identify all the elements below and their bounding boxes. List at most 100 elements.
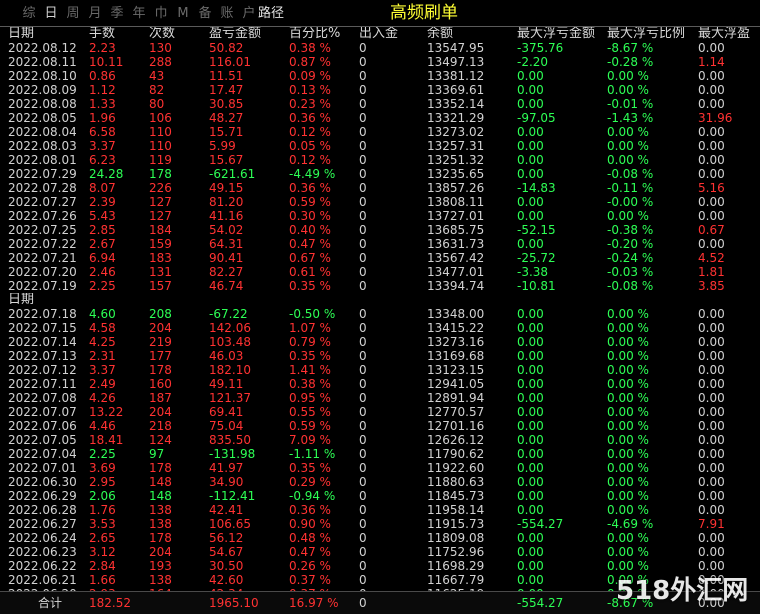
- table-row[interactable]: 2022.07.20 2.46 131 82.27 0.61 % 0 13477.01 -3.…: [0, 265, 760, 279]
- table-cell: 97: [149, 447, 165, 461]
- table-cell: -8.67 %: [607, 41, 654, 55]
- table-cell: [607, 293, 698, 307]
- table-cell: 2022.07.14: [8, 335, 76, 349]
- table-cell: 13477.01: [427, 265, 485, 279]
- table-cell: -52.15: [517, 223, 556, 237]
- table-row[interactable]: 2022.07.26 5.43 127 41.16 0.30 % 0 13727.01 0.0…: [0, 209, 760, 223]
- column-header[interactable]: 百分比%: [289, 27, 359, 41]
- table-cell: 0.00 %: [607, 335, 649, 349]
- period-tab[interactable]: 日: [40, 5, 62, 23]
- table-row[interactable]: 2022.07.27 2.39 127 81.20 0.59 % 0 13808.11 0.0…: [0, 195, 760, 209]
- table-cell: 0: [359, 83, 367, 97]
- table-row[interactable]: 2022.06.23 3.12 204 54.67 0.47 % 0 11752.96 0.0…: [0, 545, 760, 559]
- table-cell: 13381.12: [427, 69, 485, 83]
- table-cell: 2.49: [89, 377, 116, 391]
- period-tab[interactable]: 综: [18, 5, 40, 23]
- table-cell: 148: [149, 475, 172, 489]
- table-row[interactable]: 2022.08.05 1.96 106 48.27 0.36 % 0 13321.29 -97…: [0, 111, 760, 125]
- table-cell: 12770.57: [427, 405, 485, 419]
- table-cell: 2.39: [89, 195, 116, 209]
- table-cell: 226: [149, 181, 172, 195]
- table-cell: 0.00: [517, 433, 544, 447]
- column-header[interactable]: 出入金: [359, 27, 427, 41]
- period-tab[interactable]: 巾: [150, 5, 172, 23]
- table-row[interactable]: 2022.07.21 6.94 183 90.41 0.67 % 0 13567.42 -25…: [0, 251, 760, 265]
- period-tab[interactable]: 账: [216, 5, 238, 23]
- table-cell: 49.11: [209, 377, 244, 391]
- table-cell: -112.41: [209, 489, 256, 503]
- table-row[interactable]: 2022.07.01 3.69 178 41.97 0.35 % 0 11922.60 0.0…: [0, 461, 760, 475]
- column-header[interactable]: 最大浮亏金额: [517, 27, 606, 41]
- table-row[interactable]: 2022.07.14 4.25 219 103.48 0.79 % 0 13273.16 0.…: [0, 335, 760, 349]
- column-header[interactable]: 最大浮盈: [698, 27, 760, 41]
- period-tab[interactable]: 年: [128, 5, 150, 23]
- table-cell: 0: [359, 195, 367, 209]
- table-cell: 2022.08.04: [8, 125, 76, 139]
- table-cell: -1.11 %: [289, 447, 336, 461]
- period-tab[interactable]: 周: [62, 5, 84, 23]
- table-cell: 2022.06.29: [8, 489, 76, 503]
- column-header[interactable]: 次数: [149, 27, 207, 41]
- table-cell: 138: [149, 503, 172, 517]
- column-header[interactable]: 最大浮亏比例: [607, 27, 698, 41]
- table-row[interactable]: 2022.06.30 2.95 148 34.90 0.29 % 0 11880.63 0.0…: [0, 475, 760, 489]
- table-row[interactable]: 2022.07.06 4.46 218 75.04 0.59 % 0 12701.16 0.0…: [0, 419, 760, 433]
- table-row[interactable]: 2022.07.13 2.31 177 46.03 0.35 % 0 13169.68 0.0…: [0, 349, 760, 363]
- table-cell: 2022.07.05: [8, 433, 76, 447]
- period-tab[interactable]: 户: [238, 5, 260, 23]
- table-row[interactable]: 2022.08.11 10.11 288 116.01 0.87 % 0 13497.13 -…: [0, 55, 760, 69]
- table-row[interactable]: 2022.08.10 0.86 43 11.51 0.09 % 0 13381.12 0.00…: [0, 69, 760, 83]
- table-row[interactable]: 2022.07.04 2.25 97 -131.98 -1.11 % 0 11790.62 0…: [0, 447, 760, 461]
- table-row[interactable]: 2022.06.24 2.65 178 56.12 0.48 % 0 11809.08 0.0…: [0, 531, 760, 545]
- table-row[interactable]: 2022.07.15 4.58 204 142.06 1.07 % 0 13415.22 0.…: [0, 321, 760, 335]
- table-cell: 119: [149, 153, 172, 167]
- route-button[interactable]: 路径: [258, 5, 284, 23]
- table-cell: 2022.07.13: [8, 349, 76, 363]
- table-cell: 1.81: [698, 265, 725, 279]
- period-tab[interactable]: 季: [106, 5, 128, 23]
- table-row[interactable]: 2022.07.08 4.26 187 121.37 0.95 % 0 12891.94 0.…: [0, 391, 760, 405]
- table-row[interactable]: 2022.06.29 2.06 148 -112.41 -0.94 % 0 11845.73…: [0, 489, 760, 503]
- column-header[interactable]: 余额: [427, 27, 517, 41]
- table-cell: -0.08 %: [607, 279, 654, 293]
- table-row[interactable]: 2022.06.27 3.53 138 106.65 0.90 % 0 11915.73 -5…: [0, 517, 760, 531]
- table-row[interactable]: 2022.08.04 6.58 110 15.71 0.12 % 0 13273.02 0.0…: [0, 125, 760, 139]
- table-row[interactable]: 2022.07.07 13.22 204 69.41 0.55 % 0 12770.57 0.…: [0, 405, 760, 419]
- table-cell: 2022.06.27: [8, 517, 76, 531]
- column-header[interactable]: 盈亏金额: [209, 27, 289, 41]
- table-cell: -131.98: [209, 447, 256, 461]
- table-cell: 1.41 %: [289, 363, 331, 377]
- column-header[interactable]: 日期: [8, 27, 76, 41]
- table-cell: 110: [149, 125, 172, 139]
- table-cell: 2022.07.11: [8, 377, 76, 391]
- table-row[interactable]: 2022.07.12 3.37 178 182.10 1.41 % 0 13123.15 0.…: [0, 363, 760, 377]
- table-row[interactable]: 2022.08.12 2.23 130 50.82 0.38 % 0 13547.95 -37…: [0, 41, 760, 55]
- table-row[interactable]: 2022.07.28 8.07 226 49.15 0.36 % 0 13857.26 -14…: [0, 181, 760, 195]
- table-cell: 0: [359, 97, 367, 111]
- table-row[interactable]: 2022.07.05 18.41 124 835.50 7.09 % 0 12626.12 0…: [0, 433, 760, 447]
- table-row[interactable]: 2022.07.11 2.49 160 49.11 0.38 % 0 12941.05 0.0…: [0, 377, 760, 391]
- table-cell: 218: [149, 419, 172, 433]
- table-cell: 2022.06.28: [8, 503, 76, 517]
- period-tab[interactable]: 备: [194, 5, 216, 23]
- table-row[interactable]: 2022.08.09 1.12 82 17.47 0.13 % 0 13369.61 0.00…: [0, 83, 760, 97]
- table-row[interactable]: 2022.08.01 6.23 119 15.67 0.12 % 0 13251.32 0.0…: [0, 153, 760, 167]
- table-cell: 13235.65: [427, 167, 485, 181]
- table-cell: 116.01: [209, 55, 251, 69]
- table-row[interactable]: 2022.08.08 1.33 80 30.85 0.23 % 0 13352.14 0.00…: [0, 97, 760, 111]
- table-row[interactable]: 2022.07.25 2.85 184 54.02 0.40 % 0 13685.75 -52…: [0, 223, 760, 237]
- table-cell: 0.00: [698, 461, 725, 475]
- column-header[interactable]: 手数: [89, 27, 149, 41]
- table-row[interactable]: 2022.07.29 24.28 178 -621.61 -4.49 % 0 13235.6…: [0, 167, 760, 181]
- period-tab[interactable]: 月: [84, 5, 106, 23]
- period-tab[interactable]: M: [172, 5, 194, 23]
- table-row[interactable]: 2022.07.22 2.67 159 64.31 0.47 % 0 13631.73 0.0…: [0, 237, 760, 251]
- table-cell: -0.03 %: [607, 265, 654, 279]
- table-cell: 13369.61: [427, 83, 485, 97]
- table-cell: 24.28: [89, 167, 124, 181]
- table-row[interactable]: 2022.08.03 3.37 110 5.99 0.05 % 0 13257.31 0.00…: [0, 139, 760, 153]
- table-cell: 0: [359, 265, 367, 279]
- table-row[interactable]: 2022.06.28 1.76 138 42.41 0.36 % 0 11958.14 0.0…: [0, 503, 760, 517]
- table-row[interactable]: 2022.07.19 2.25 157 46.74 0.35 % 0 13394.74 -10…: [0, 279, 760, 293]
- table-row[interactable]: 2022.07.18 4.60 208 -67.22 -0.50 % 0 13348.00 0…: [0, 307, 760, 321]
